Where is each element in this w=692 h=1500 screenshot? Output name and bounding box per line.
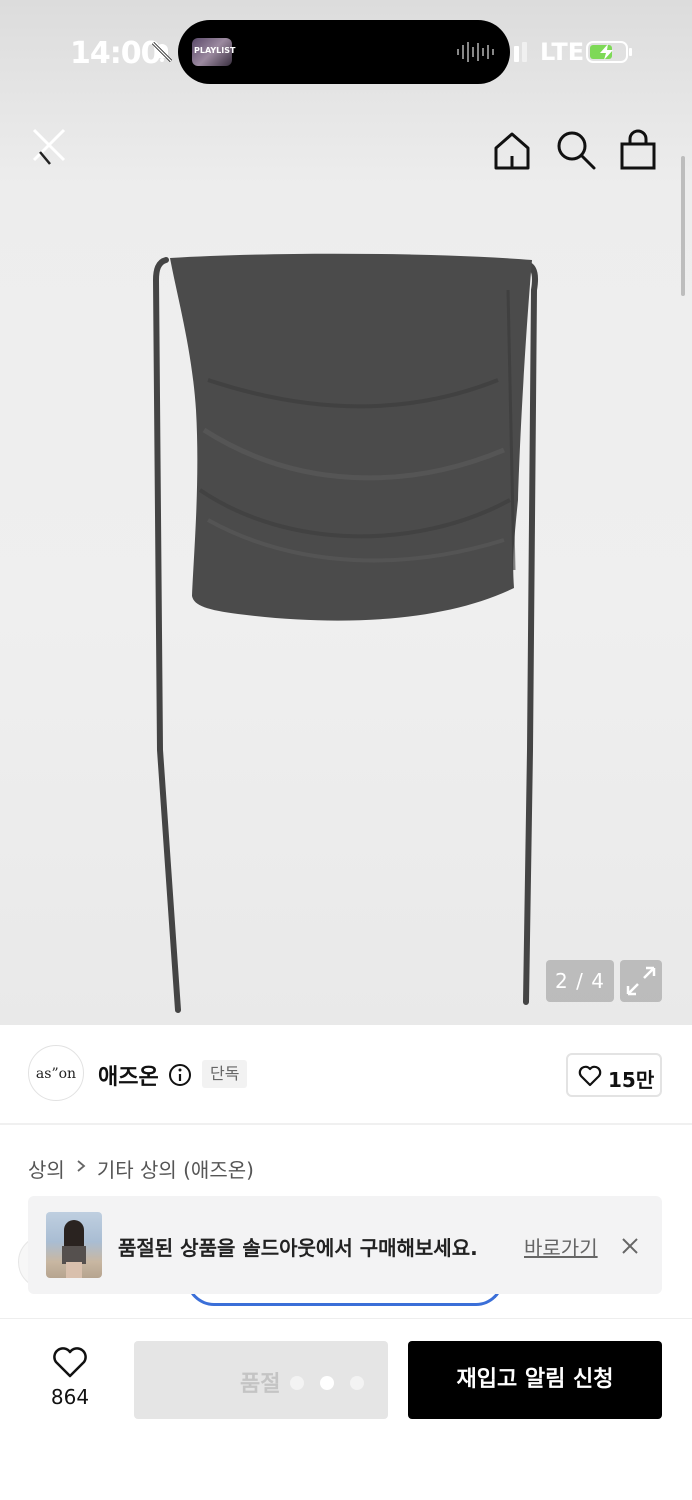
restock-alert-button[interactable]: 재입고 알림 신청 [408,1341,662,1419]
page-dot-active [320,1376,334,1390]
page-dot [290,1376,304,1390]
image-counter: 2 / 4 [546,960,614,1002]
wish-button[interactable]: 864 [40,1347,100,1417]
signal-icon [514,42,527,62]
home-icon[interactable] [490,128,534,172]
heart-icon [578,1065,602,1087]
banner-link[interactable]: 바로가기 [524,1232,598,1261]
expand-icon[interactable] [620,960,662,1002]
banner-thumbnail [46,1212,102,1278]
chevron-right-icon [77,1160,86,1172]
page-indicator [290,1376,364,1390]
soldout-banner[interactable]: 품절된 상품을 솔드아웃에서 구매해보세요. 바로가기 [28,1196,662,1294]
close-icon[interactable] [26,122,74,170]
banner-text: 품절된 상품을 솔드아웃에서 구매해보세요. [118,1236,478,1260]
brand-like-count: 15만 [608,1068,655,1092]
bottom-bar: 864 품절 재입고 알림 신청 [0,1318,692,1500]
bell-slash-icon [151,41,173,63]
brand-row: as”on 애즈온 단독 15만 [0,1025,692,1125]
search-icon[interactable] [554,128,598,172]
close-icon[interactable] [618,1234,642,1258]
album-art: PLAYLIST [192,38,236,66]
brand-like-button[interactable]: 15만 [566,1053,662,1097]
now-playing-label: PLAYLIST [194,46,236,55]
breadcrumb-category[interactable]: 상의 [28,1154,65,1183]
heart-icon [53,1347,87,1378]
breadcrumb-subcategory[interactable]: 기타 상의 (애즈온) [97,1154,254,1183]
soldout-label: 품절 [240,1372,281,1397]
exclusive-badge: 단독 [202,1060,248,1088]
dynamic-island[interactable]: PLAYLIST [178,20,510,84]
audio-wave-icon [457,42,494,62]
shopping-bag-icon[interactable] [616,128,660,172]
wish-count: 864 [50,1385,90,1409]
brand-name[interactable]: 애즈온 [98,1059,159,1091]
brand-logo[interactable]: as”on [28,1045,84,1101]
page-dot [350,1376,364,1390]
product-hero: 14:00 PLAYLIST LTE 2 / 4 [0,0,692,1025]
network-label: LTE [540,38,585,66]
breadcrumb: 상의 기타 상의 (애즈온) [28,1154,254,1183]
status-time: 14:00 [70,36,161,71]
info-icon[interactable] [168,1063,192,1087]
scrollbar[interactable] [681,156,685,296]
battery-icon [586,41,632,63]
status-bar: 14:00 PLAYLIST LTE [0,0,692,100]
product-image[interactable] [148,250,548,1020]
